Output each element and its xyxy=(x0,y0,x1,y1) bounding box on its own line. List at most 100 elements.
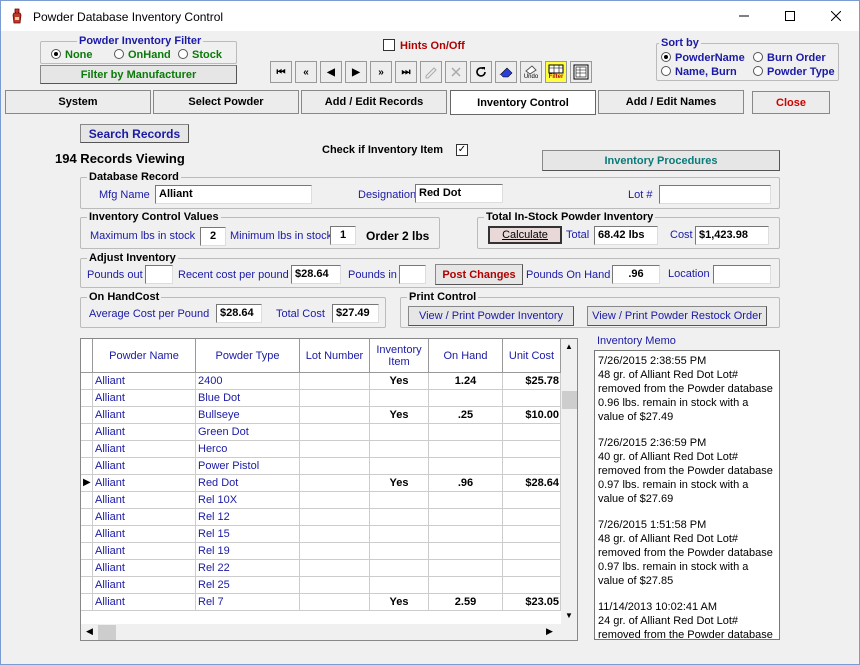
cell-on-hand[interactable]: .96 xyxy=(429,475,503,492)
cell-on-hand[interactable] xyxy=(429,492,503,509)
current-row-pointer-icon[interactable]: ▶ xyxy=(81,475,93,492)
table-row[interactable]: Alliant Rel 12 xyxy=(81,509,561,526)
inventory-memo-box[interactable]: 7/26/2015 2:38:55 PM 48 gr. of Alliant R… xyxy=(594,350,780,640)
sort-powder-type-radio[interactable]: Powder Type xyxy=(753,66,835,78)
tab-inventory-control[interactable]: Inventory Control xyxy=(450,90,596,115)
cell-unit-cost[interactable]: $28.64 xyxy=(503,475,561,492)
table-row[interactable]: Alliant Rel 25 xyxy=(81,577,561,594)
row-selector[interactable] xyxy=(81,424,93,441)
recent-cost-field[interactable]: $28.64 xyxy=(291,265,341,284)
powder-grid[interactable]: Powder Name Powder Type Lot Number Inven… xyxy=(80,338,578,641)
cell-inventory-item[interactable]: Yes xyxy=(370,594,429,611)
cell-powder-name[interactable]: Alliant xyxy=(93,390,196,407)
cell-inventory-item[interactable] xyxy=(370,509,429,526)
cell-lot-number[interactable] xyxy=(300,526,370,543)
refresh-button[interactable] xyxy=(470,61,492,83)
cell-lot-number[interactable] xyxy=(300,424,370,441)
scroll-up-icon[interactable]: ▲ xyxy=(565,342,573,351)
cell-inventory-item[interactable]: Yes xyxy=(370,373,429,390)
table-row[interactable]: Alliant Rel 7 Yes 2.59 $23.05 xyxy=(81,594,561,611)
cell-powder-type[interactable]: Herco xyxy=(196,441,300,458)
cell-powder-name[interactable]: Alliant xyxy=(93,526,196,543)
cell-on-hand[interactable] xyxy=(429,526,503,543)
col-header-inventory-item[interactable]: Inventory Item xyxy=(370,339,429,373)
cell-unit-cost[interactable] xyxy=(503,577,561,594)
cell-powder-type[interactable]: 2400 xyxy=(196,373,300,390)
cell-lot-number[interactable] xyxy=(300,509,370,526)
lot-number-field[interactable] xyxy=(659,185,771,204)
inventory-procedures-button[interactable]: Inventory Procedures xyxy=(542,150,780,171)
pounds-out-field[interactable] xyxy=(145,265,173,284)
post-changes-button[interactable]: Post Changes xyxy=(435,264,523,285)
tab-system[interactable]: System xyxy=(5,90,151,114)
edit-button[interactable] xyxy=(420,61,442,83)
row-selector[interactable] xyxy=(81,492,93,509)
filter-stock-radio[interactable]: Stock xyxy=(178,49,222,61)
col-header-powder-type[interactable]: Powder Type xyxy=(196,339,300,373)
grid-vscroll-thumb[interactable] xyxy=(562,391,577,409)
cell-unit-cost[interactable] xyxy=(503,441,561,458)
cell-powder-type[interactable]: Green Dot xyxy=(196,424,300,441)
table-row[interactable]: Alliant Rel 15 xyxy=(81,526,561,543)
cell-powder-type[interactable]: Rel 7 xyxy=(196,594,300,611)
cell-unit-cost[interactable] xyxy=(503,509,561,526)
cell-powder-name[interactable]: Alliant xyxy=(93,458,196,475)
cell-on-hand[interactable] xyxy=(429,543,503,560)
cell-powder-name[interactable]: Alliant xyxy=(93,424,196,441)
cell-powder-type[interactable]: Red Dot xyxy=(196,475,300,492)
table-row[interactable]: Alliant Green Dot xyxy=(81,424,561,441)
cell-lot-number[interactable] xyxy=(300,560,370,577)
scroll-right-icon[interactable]: ▶ xyxy=(546,626,553,637)
cell-powder-name[interactable]: Alliant xyxy=(93,509,196,526)
pounds-in-field[interactable] xyxy=(399,265,426,284)
cell-powder-type[interactable]: Rel 12 xyxy=(196,509,300,526)
undo-button[interactable]: Undo xyxy=(520,61,542,83)
cell-lot-number[interactable] xyxy=(300,407,370,424)
cell-lot-number[interactable] xyxy=(300,577,370,594)
last-record-button[interactable]: ⏭ xyxy=(395,61,417,83)
cell-powder-type[interactable]: Rel 19 xyxy=(196,543,300,560)
cell-lot-number[interactable] xyxy=(300,390,370,407)
table-row[interactable]: ▶ Alliant Red Dot Yes .96 $28.64 xyxy=(81,475,561,492)
row-selector[interactable] xyxy=(81,373,93,390)
next-record-button[interactable]: ▶ xyxy=(345,61,367,83)
scroll-down-icon[interactable]: ▼ xyxy=(565,611,573,620)
max-lbs-field[interactable]: 2 xyxy=(200,227,226,246)
row-selector[interactable] xyxy=(81,594,93,611)
grid-horizontal-scrollbar[interactable]: ◀ ▶ xyxy=(81,624,577,640)
tab-add-edit-records[interactable]: Add / Edit Records xyxy=(301,90,447,114)
cell-on-hand[interactable]: 1.24 xyxy=(429,373,503,390)
cell-on-hand[interactable] xyxy=(429,560,503,577)
table-row[interactable]: Alliant 2400 Yes 1.24 $25.78 xyxy=(81,373,561,390)
title-bar[interactable]: Powder Database Inventory Control xyxy=(1,1,859,31)
cell-powder-name[interactable]: Alliant xyxy=(93,492,196,509)
col-header-lot-number[interactable]: Lot Number xyxy=(300,339,370,373)
cell-powder-name[interactable]: Alliant xyxy=(93,475,196,492)
row-selector[interactable] xyxy=(81,458,93,475)
cell-inventory-item[interactable] xyxy=(370,577,429,594)
cell-lot-number[interactable] xyxy=(300,543,370,560)
prev-record-button[interactable]: ◀ xyxy=(320,61,342,83)
col-header-unit-cost[interactable]: Unit Cost xyxy=(503,339,561,373)
sort-powdername-radio[interactable]: PowderName xyxy=(661,52,745,64)
cell-inventory-item[interactable] xyxy=(370,543,429,560)
cell-on-hand[interactable] xyxy=(429,458,503,475)
row-selector[interactable] xyxy=(81,390,93,407)
grid-vertical-scrollbar[interactable]: ▲ ▼ xyxy=(561,339,577,624)
minimize-button[interactable] xyxy=(721,1,767,31)
row-selector[interactable] xyxy=(81,526,93,543)
cell-lot-number[interactable] xyxy=(300,441,370,458)
sort-name-burn-radio[interactable]: Name, Burn xyxy=(661,66,737,78)
cell-lot-number[interactable] xyxy=(300,458,370,475)
filter-button[interactable]: Filter xyxy=(545,61,567,83)
tab-add-edit-names[interactable]: Add / Edit Names xyxy=(598,90,744,114)
cell-unit-cost[interactable]: $25.78 xyxy=(503,373,561,390)
cell-lot-number[interactable] xyxy=(300,594,370,611)
cell-powder-name[interactable]: Alliant xyxy=(93,373,196,390)
cell-powder-name[interactable]: Alliant xyxy=(93,543,196,560)
row-selector[interactable] xyxy=(81,543,93,560)
row-selector[interactable] xyxy=(81,509,93,526)
eraser-button[interactable] xyxy=(495,61,517,83)
cell-powder-name[interactable]: Alliant xyxy=(93,441,196,458)
location-field[interactable] xyxy=(713,265,771,284)
